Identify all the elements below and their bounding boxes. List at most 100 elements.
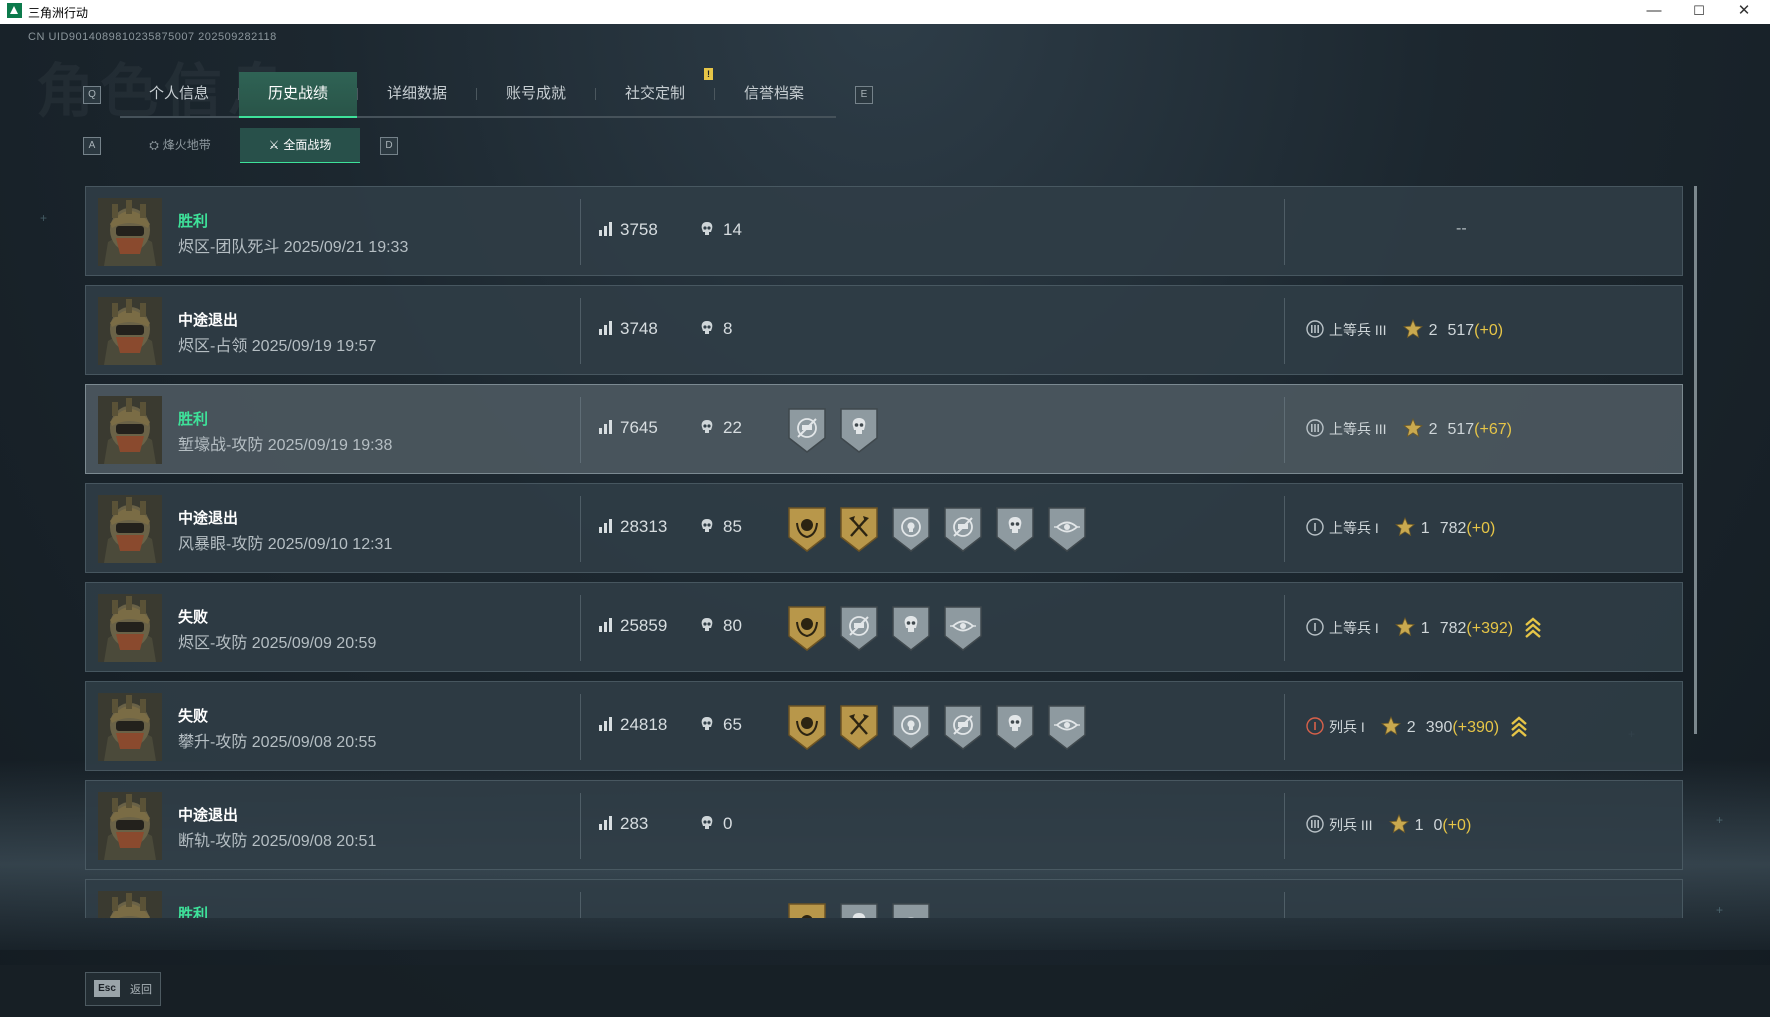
target-skull-medal-icon[interactable] xyxy=(890,703,932,751)
eye-medal-icon[interactable] xyxy=(1046,703,1088,751)
subtab-prev-key[interactable]: A xyxy=(83,137,101,155)
tab-reputation[interactable]: 信誉档案 xyxy=(715,72,833,116)
score-bars-icon xyxy=(598,518,614,534)
tab-achievements[interactable]: 账号成就 xyxy=(477,72,595,116)
kills-skull-icon xyxy=(699,815,715,831)
wreath-medal-icon[interactable] xyxy=(786,703,828,751)
kills-skull-icon xyxy=(699,716,715,732)
crosshair-decoration-icon: + xyxy=(1716,813,1724,827)
match-score: 3748 xyxy=(598,319,658,339)
match-row[interactable]: 中途退出 烬区-占领 2025/09/19 19:57 3748 8 上等兵 III 2 5… xyxy=(85,285,1683,375)
vehicle-medal-icon[interactable] xyxy=(942,703,984,751)
crossed-axes-medal-icon[interactable] xyxy=(838,703,880,751)
kills-skull-icon xyxy=(699,518,715,534)
rank-empty: -- xyxy=(1456,220,1467,237)
player-avatar xyxy=(98,495,162,563)
skull-medal-icon[interactable] xyxy=(994,703,1036,751)
row-divider xyxy=(580,793,581,859)
skull-medal-icon[interactable] xyxy=(838,406,880,454)
match-row[interactable]: 中途退出 断轨-攻防 2025/09/08 20:51 283 0 列兵 III 1 0(+… xyxy=(85,780,1683,870)
match-row[interactable]: 胜利 xyxy=(85,879,1683,918)
minimize-button[interactable]: — xyxy=(1632,0,1676,24)
rank-name: 列兵 III xyxy=(1329,817,1373,833)
rank-points: 517(+0) xyxy=(1447,322,1503,340)
rank-star-icon xyxy=(1402,417,1423,438)
maximize-button[interactable]: ☐ xyxy=(1677,0,1721,24)
rank-corporal-3-icon xyxy=(1306,419,1324,437)
rank-name: 上等兵 III xyxy=(1329,322,1387,338)
match-score-value: 3758 xyxy=(620,220,658,239)
player-avatar xyxy=(98,891,162,918)
tab-detailed-data[interactable]: 详细数据 xyxy=(358,72,476,116)
match-kills-value: 85 xyxy=(723,517,742,536)
match-row[interactable]: 胜利 烬区-团队死斗 2025/09/21 19:33 3758 14 -- xyxy=(85,186,1683,276)
kills-skull-icon xyxy=(699,419,715,435)
vehicle-medal-icon[interactable] xyxy=(942,505,984,553)
match-kills: 22 xyxy=(699,418,742,438)
skull-medal-icon[interactable] xyxy=(838,901,880,918)
match-row[interactable]: 胜利 堑壕战-攻防 2025/09/19 19:38 7645 22 上等兵 III 2 5… xyxy=(85,384,1683,474)
match-score-value: 25859 xyxy=(620,616,668,635)
player-avatar xyxy=(98,792,162,860)
rank-points-value: 390 xyxy=(1425,719,1453,736)
rank-points: 0(+0) xyxy=(1433,817,1471,835)
back-button[interactable]: Esc 返回 xyxy=(85,972,161,1006)
row-divider xyxy=(580,595,581,661)
match-score: 25859 xyxy=(598,616,667,636)
match-kills-value: 22 xyxy=(723,418,742,437)
rank-points-delta: (+0) xyxy=(1442,817,1472,834)
target-skull-medal-icon[interactable] xyxy=(890,505,932,553)
vehicle-medal-icon[interactable] xyxy=(786,406,828,454)
row-divider xyxy=(580,892,581,918)
rank-points-value: 517 xyxy=(1447,421,1475,438)
rank-star-level: 1 xyxy=(1420,520,1430,537)
match-row[interactable]: 失败 攀升-攻防 2025/09/08 20:55 24818 65 列兵 I 2 390(… xyxy=(85,681,1683,771)
tab-prev-key[interactable]: Q xyxy=(83,86,101,104)
tab-next-key[interactable]: E xyxy=(855,86,873,104)
rank-name: 上等兵 III xyxy=(1329,421,1387,437)
row-divider xyxy=(580,298,581,364)
vehicle-medal-icon[interactable] xyxy=(838,604,880,652)
wreath-medal-icon[interactable] xyxy=(786,604,828,652)
rank-corporal-1-icon xyxy=(1306,618,1324,636)
rank-name: 列兵 I xyxy=(1329,719,1365,735)
close-button[interactable]: ✕ xyxy=(1722,0,1766,24)
wreath-medal-icon[interactable] xyxy=(786,901,828,918)
eye-medal-icon[interactable] xyxy=(942,604,984,652)
rank-info: 上等兵 I 1 782(+0) xyxy=(1306,516,1495,541)
list-scrollbar[interactable] xyxy=(1694,186,1697,734)
row-divider xyxy=(580,496,581,562)
rank-points-delta: (+390) xyxy=(1452,719,1500,736)
crossed-axes-medal-icon[interactable] xyxy=(838,505,880,553)
match-score-value: 28313 xyxy=(620,517,668,536)
match-score: 283 xyxy=(598,814,648,834)
skull-medal-icon[interactable] xyxy=(890,604,932,652)
rank-star-icon xyxy=(1388,813,1409,834)
tab-personal-info[interactable]: 个人信息 xyxy=(120,72,238,116)
rank-info: 上等兵 III 2 517(+0) xyxy=(1306,318,1503,343)
match-kills: 85 xyxy=(699,517,742,537)
match-kills-value: 0 xyxy=(723,814,733,833)
match-score-value: 7645 xyxy=(620,418,658,437)
match-row[interactable]: 中途退出 风暴眼-攻防 2025/09/10 12:31 28313 85 上等兵 I 1… xyxy=(85,483,1683,573)
tab-match-history[interactable]: 历史战绩 xyxy=(239,72,357,118)
player-avatar xyxy=(98,297,162,365)
match-row[interactable]: 失败 烬区-攻防 2025/09/09 20:59 25859 80 上等兵 I 1 782… xyxy=(85,582,1683,672)
player-avatar xyxy=(98,594,162,662)
subtab-next-key[interactable]: D xyxy=(380,137,398,155)
match-score: 24818 xyxy=(598,715,667,735)
row-divider xyxy=(580,694,581,760)
bottom-bar xyxy=(0,965,1770,1017)
match-kills: 14 xyxy=(699,220,742,240)
esc-key: Esc xyxy=(94,980,120,997)
subtab-full-battlefield[interactable]: ⚔ 全面战场 xyxy=(240,128,360,163)
subtab-hazard-zone[interactable]: ⛭ 烽火地带 xyxy=(120,128,240,162)
eye-medal-icon[interactable] xyxy=(890,901,932,918)
skull-medal-icon[interactable] xyxy=(994,505,1036,553)
rank-star-icon xyxy=(1394,516,1415,537)
tab-social-custom[interactable]: 社交定制 xyxy=(596,72,714,116)
kills-skull-icon xyxy=(699,617,715,633)
wreath-medal-icon[interactable] xyxy=(786,505,828,553)
match-map-time: 断轨-攻防 2025/09/08 20:51 xyxy=(178,833,377,850)
eye-medal-icon[interactable] xyxy=(1046,505,1088,553)
